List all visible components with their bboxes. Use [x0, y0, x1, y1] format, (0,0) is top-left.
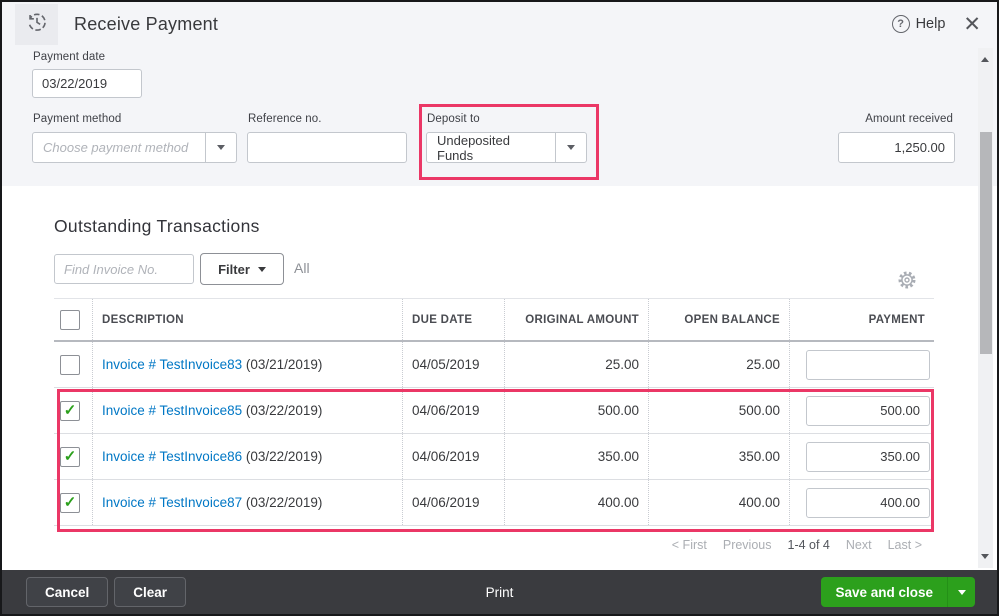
- row-checkbox-checked[interactable]: ✓: [60, 401, 80, 421]
- payment-date-label: Payment date: [33, 51, 105, 63]
- original-amount-cell: 400.00: [504, 480, 648, 525]
- help-label: Help: [916, 16, 946, 32]
- table-header-row: DESCRIPTION DUE DATE ORIGINAL AMOUNT OPE…: [54, 298, 934, 342]
- pagination: < First Previous 1-4 of 4 Next Last >: [672, 538, 922, 552]
- transactions-table: DESCRIPTION DUE DATE ORIGINAL AMOUNT OPE…: [54, 298, 934, 526]
- payment-method-placeholder: Choose payment method: [33, 133, 205, 162]
- gear-icon[interactable]: [897, 270, 917, 295]
- save-and-close-label: Save and close: [821, 577, 947, 607]
- receive-payment-dialog: Receive Payment ? Help ✕ Payment date Pa…: [0, 0, 999, 616]
- payment-amount-input[interactable]: [806, 396, 930, 426]
- due-date-cell: 04/06/2019: [402, 388, 504, 433]
- scroll-up-icon[interactable]: [981, 57, 989, 62]
- open-balance-cell: 500.00: [648, 388, 789, 433]
- row-checkbox-checked[interactable]: ✓: [60, 493, 80, 513]
- scrollbar-thumb[interactable]: [980, 132, 992, 354]
- select-all-checkbox[interactable]: [60, 310, 80, 330]
- help-icon: ?: [892, 15, 910, 33]
- invoice-description: Invoice # TestInvoice83 (03/21/2019): [92, 342, 402, 387]
- table-row: ✓ Invoice # TestInvoice87 (03/22/2019) 0…: [54, 480, 934, 526]
- save-and-close-button[interactable]: Save and close: [821, 577, 975, 607]
- payment-method-dropdown[interactable]: Choose payment method: [32, 132, 237, 163]
- payment-cell: [789, 342, 934, 387]
- payment-date-input[interactable]: [32, 69, 142, 98]
- pagination-range: 1-4 of 4: [788, 538, 830, 552]
- invoice-description: Invoice # TestInvoice86 (03/22/2019): [92, 434, 402, 479]
- page-title: Receive Payment: [74, 14, 218, 35]
- pagination-next[interactable]: Next: [846, 538, 872, 552]
- chevron-down-icon[interactable]: [205, 133, 236, 162]
- amount-received-input[interactable]: [838, 132, 955, 163]
- invoice-description: Invoice # TestInvoice85 (03/22/2019): [92, 388, 402, 433]
- table-row: ✓ Invoice # TestInvoice86 (03/22/2019) 0…: [54, 434, 934, 480]
- payment-cell: [789, 480, 934, 525]
- reference-no-input[interactable]: [247, 132, 407, 163]
- invoice-description: Invoice # TestInvoice87 (03/22/2019): [92, 480, 402, 525]
- deposit-to-label: Deposit to: [427, 113, 480, 125]
- filter-button[interactable]: Filter: [200, 253, 284, 285]
- dialog-header: Receive Payment ? Help ✕: [2, 2, 997, 46]
- invoice-link[interactable]: Invoice # TestInvoice83: [102, 357, 242, 372]
- due-date-cell: 04/06/2019: [402, 434, 504, 479]
- invoice-link[interactable]: Invoice # TestInvoice85: [102, 403, 242, 418]
- close-icon[interactable]: ✕: [963, 14, 981, 35]
- chevron-down-icon: [258, 267, 266, 272]
- outstanding-transactions-section: Outstanding Transactions Filter All DESC…: [2, 186, 997, 570]
- deposit-to-dropdown[interactable]: Undeposited Funds: [426, 132, 587, 163]
- invoice-link[interactable]: Invoice # TestInvoice86: [102, 449, 242, 464]
- col-payment: PAYMENT: [789, 299, 934, 340]
- recent-transactions-icon: [24, 9, 50, 40]
- save-options-chevron-icon[interactable]: [947, 577, 975, 607]
- open-balance-cell: 25.00: [648, 342, 789, 387]
- payment-form: Payment date Payment method Choose payme…: [2, 46, 997, 186]
- reference-no-label: Reference no.: [248, 113, 322, 125]
- row-checkbox-unchecked[interactable]: [60, 355, 80, 375]
- pagination-last[interactable]: Last >: [888, 538, 922, 552]
- original-amount-cell: 500.00: [504, 388, 648, 433]
- payment-amount-input[interactable]: [806, 350, 930, 380]
- col-open-balance: OPEN BALANCE: [648, 299, 789, 340]
- recent-transactions-tile[interactable]: [15, 4, 58, 45]
- invoice-link[interactable]: Invoice # TestInvoice87: [102, 495, 242, 510]
- col-original-amount: ORIGINAL AMOUNT: [504, 299, 648, 340]
- filter-label: Filter: [218, 262, 250, 277]
- table-row: Invoice # TestInvoice83 (03/21/2019) 04/…: [54, 342, 934, 388]
- row-checkbox-checked[interactable]: ✓: [60, 447, 80, 467]
- help-button[interactable]: ? Help: [892, 15, 946, 33]
- col-description: DESCRIPTION: [92, 299, 402, 340]
- due-date-cell: 04/06/2019: [402, 480, 504, 525]
- original-amount-cell: 350.00: [504, 434, 648, 479]
- vertical-scrollbar[interactable]: [978, 48, 993, 568]
- col-due-date: DUE DATE: [402, 299, 504, 340]
- payment-amount-input[interactable]: [806, 442, 930, 472]
- due-date-cell: 04/05/2019: [402, 342, 504, 387]
- payment-cell: [789, 388, 934, 433]
- deposit-to-value: Undeposited Funds: [427, 133, 555, 162]
- pagination-first[interactable]: < First: [672, 538, 707, 552]
- open-balance-cell: 350.00: [648, 434, 789, 479]
- payment-method-label: Payment method: [33, 113, 121, 125]
- payment-amount-input[interactable]: [806, 488, 930, 518]
- chevron-down-icon[interactable]: [555, 133, 586, 162]
- find-invoice-input[interactable]: [54, 254, 194, 284]
- pagination-previous[interactable]: Previous: [723, 538, 772, 552]
- amount-received-label: Amount received: [865, 113, 953, 125]
- original-amount-cell: 25.00: [504, 342, 648, 387]
- payment-cell: [789, 434, 934, 479]
- table-row: ✓ Invoice # TestInvoice85 (03/22/2019) 0…: [54, 388, 934, 434]
- filter-selected-value: All: [294, 260, 310, 276]
- footer-bar: Cancel Clear Print Save and close: [2, 570, 997, 614]
- open-balance-cell: 400.00: [648, 480, 789, 525]
- section-title: Outstanding Transactions: [54, 216, 260, 237]
- scroll-down-icon[interactable]: [981, 554, 989, 559]
